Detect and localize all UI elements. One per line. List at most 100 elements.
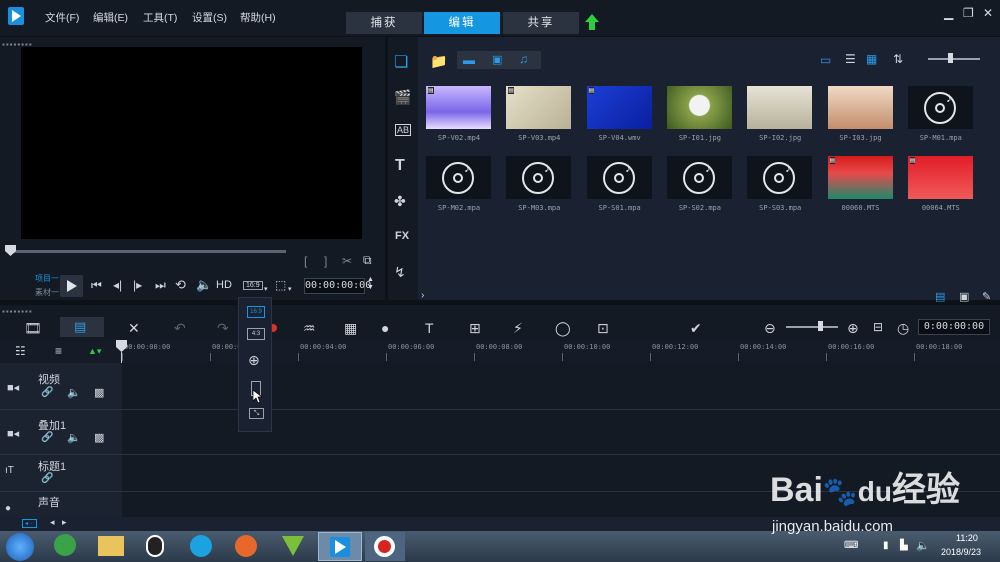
media-library-icon[interactable]: ❏ [394,52,408,72]
graphics-icon[interactable]: ✤ [394,193,406,210]
recorder-task[interactable] [365,532,405,561]
grid-view-icon[interactable]: ▦ [866,52,877,66]
track-visibility-icon[interactable]: ▩ [94,431,104,444]
firefox-icon[interactable] [235,535,257,557]
scissors-icon[interactable]: ✂ [342,254,352,268]
scrubber-handle-icon[interactable] [5,245,16,256]
aspect-ratio-button[interactable]: 16:9 [243,281,263,290]
qq-icon[interactable] [146,535,164,557]
go-to-end-icon[interactable]: ⏭ [155,278,166,293]
scroll-right-icon[interactable]: ▸ [62,517,67,528]
thumbnail-size-handle[interactable] [948,53,953,63]
hd-toggle[interactable]: HD [216,279,232,291]
playhead-icon[interactable] [116,340,127,352]
track-visibility-icon[interactable]: ▩ [94,386,104,399]
color-grading-icon[interactable]: ● [381,320,389,336]
next-frame-icon[interactable]: |▸ [133,278,142,292]
timeline-view-button[interactable]: ▤ [60,317,104,337]
repeat-icon[interactable]: ⟲ [175,277,186,293]
file-explorer-icon[interactable] [98,536,124,556]
start-button[interactable] [6,533,34,561]
timeline-ruler[interactable]: ☷ ≡ ▲▾ 00:00:00:00 00:00:02 00:00:04:00 00:… [0,341,1000,363]
fit-project-icon[interactable]: ⊟ [873,320,883,334]
menu-file[interactable]: 文件(F) [45,10,79,25]
transition-icon[interactable]: AB [395,124,412,136]
previous-frame-icon[interactable]: ◂| [113,278,122,292]
track-name-video[interactable]: 视频 [38,371,60,387]
menu-help[interactable]: 帮助(H) [240,10,276,25]
title-icon[interactable]: T [395,157,405,175]
aspect-16-9-option[interactable]: 16:9 [247,306,265,318]
video-editor-task[interactable] [318,532,362,561]
close-icon[interactable]: ✕ [983,6,993,20]
clock-icon[interactable]: ◷ [897,320,909,337]
zoom-in-icon[interactable]: ⊕ [847,320,859,337]
panel-grip[interactable]: ▪▪▪▪▪▪▪▪ [2,307,33,316]
track-volume-icon[interactable]: 🔈 [67,386,81,399]
menu-edit[interactable]: 编辑(E) [93,10,128,25]
zoom-slider[interactable] [786,326,838,328]
list-view-icon[interactable]: ☰ [845,52,856,66]
timeline-timecode[interactable]: 0:00:00:00 [918,319,990,335]
path-motion-icon[interactable]: ↯ [394,264,406,281]
clip-mode-label[interactable]: 素材一 [35,287,59,298]
crop-dropdown-icon[interactable]: ▾ [288,285,292,293]
preview-timecode[interactable]: 00:00:00:00 [304,278,371,294]
go-to-start-icon[interactable]: ⏮ [91,278,102,293]
taskbar-date[interactable]: 2018/9/23 [941,547,981,557]
browser-icon[interactable] [54,534,76,556]
link-icon[interactable]: 🔗 [41,387,53,398]
zoom-slider-handle[interactable] [818,321,823,331]
tab-share[interactable]: 共享 [503,12,579,34]
keyboard-icon[interactable]: ⌨ [844,540,858,551]
mask-creator-icon[interactable]: ◯ [555,320,571,337]
speaker-icon[interactable]: 🔈 [916,539,930,552]
media-player-icon[interactable] [190,535,212,557]
instant-project-icon[interactable]: 🎬 [394,89,411,106]
scrubber-track[interactable] [10,250,286,253]
track-name-overlay[interactable]: 叠加1 [38,417,66,433]
show-photo-icon[interactable]: ▣ [492,53,502,66]
track-name-title[interactable]: 标题1 [38,458,66,474]
scroll-left-icon[interactable]: ◂ [50,517,55,528]
sort-icon[interactable]: ⇅ [893,52,903,66]
app-icon[interactable] [282,536,304,556]
tab-edit[interactable]: 编辑 [424,12,500,34]
tools-icon[interactable]: ✕ [128,320,140,337]
play-button[interactable] [60,275,83,297]
mark-in-icon[interactable]: [ [304,254,307,268]
redo-icon[interactable]: ↷ [217,320,229,337]
device-icon[interactable]: ▮ [883,540,889,551]
menu-tools[interactable]: 工具(T) [143,10,177,25]
360-video-icon[interactable]: ⊕ [248,352,260,369]
fx-filter-icon[interactable]: FX [395,230,409,242]
tab-capture[interactable]: 捕获 [346,12,422,34]
undo-icon[interactable]: ↶ [174,320,186,337]
edit-properties-icon[interactable]: ✎ [982,290,991,303]
multi-camera-icon[interactable]: ▦ [344,320,357,337]
aspect-4-3-option[interactable]: 4:3 [247,328,265,340]
minimize-icon[interactable]: ▁ [944,6,953,20]
custom-aspect-icon[interactable]: ⤡ [249,408,264,419]
bottom-view-b-icon[interactable]: ▣ [959,290,969,303]
thumbnail-view-icon[interactable]: ▭ [820,53,831,67]
expand-library-icon[interactable]: › [421,290,424,301]
thumbnail-size-slider[interactable] [928,58,980,60]
zoom-out-icon[interactable]: ⊖ [764,320,776,337]
track-name-voice[interactable]: 声音 [38,494,60,510]
show-audio-icon[interactable]: ♫ [519,52,528,66]
audio-mixer-icon[interactable]: ♒ [303,320,316,337]
chapter-marker-icon[interactable]: ≡ [55,344,62,358]
restore-icon[interactable]: ❐ [963,6,974,20]
timecode-stepper[interactable]: ▲ ▼ [367,276,374,292]
crop-tool-icon[interactable]: ⬚ [275,278,286,292]
mark-out-icon[interactable]: ] [324,254,327,268]
add-cue-icon[interactable]: ▲▾ [88,346,101,357]
upload-arrow-icon[interactable] [585,14,599,30]
aspect-dropdown-icon[interactable]: ▾ [264,285,268,293]
split-screen-icon[interactable]: ⊞ [469,320,481,337]
link-icon[interactable]: 🔗 [41,432,53,443]
motion-tracking-icon[interactable]: ⚡ [513,320,523,337]
project-mode-label[interactable]: 项目一 [35,273,59,284]
capture-icon[interactable]: ⊡ [597,320,609,337]
